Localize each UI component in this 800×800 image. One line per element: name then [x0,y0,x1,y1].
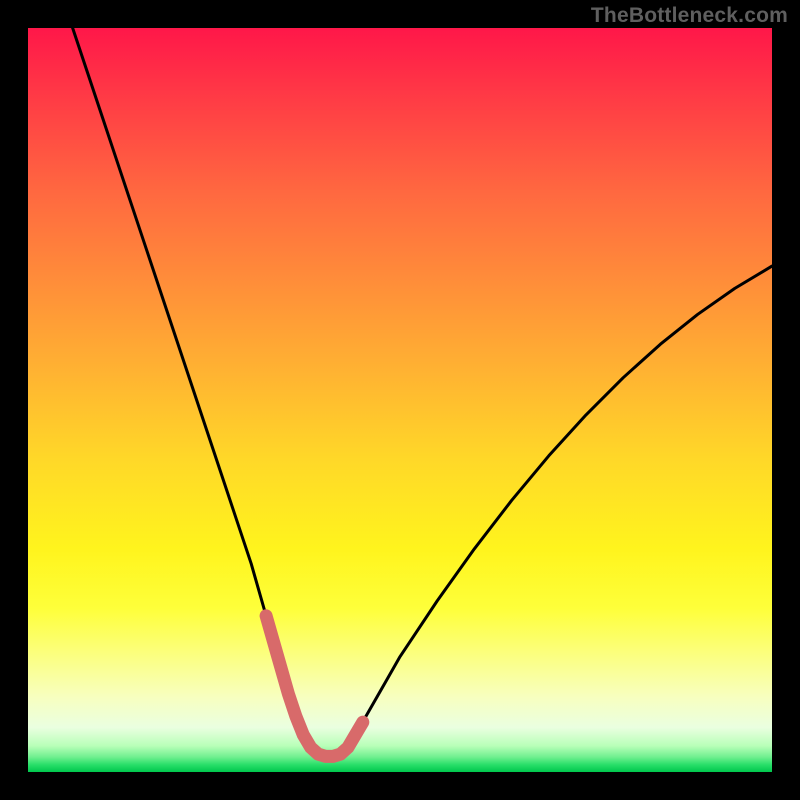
bottleneck-chart [28,28,772,772]
watermark-text: TheBottleneck.com [591,4,788,28]
chart-plot-area [28,28,772,772]
bottleneck-curve-path [73,28,772,756]
optimal-zone-path [266,616,363,757]
